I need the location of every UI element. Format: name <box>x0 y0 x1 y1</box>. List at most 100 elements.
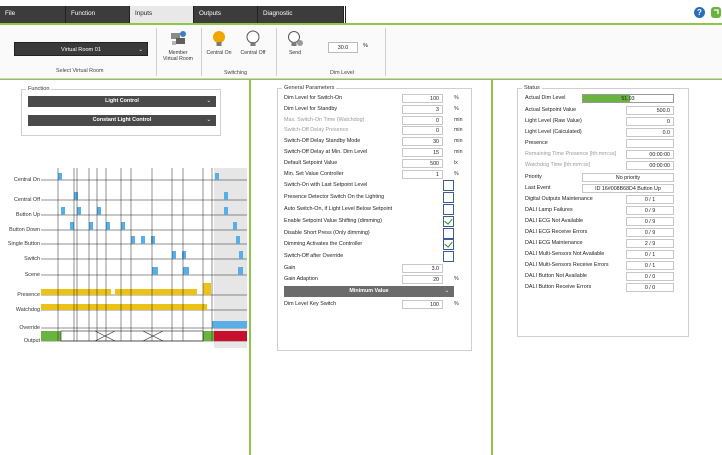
tab-file[interactable]: File <box>0 6 66 23</box>
central-on-button[interactable]: Central On <box>204 30 234 56</box>
diagnostic-row: DALI Multi-Sensors Receive Errors 0 / 1 <box>522 261 684 271</box>
checkbox-label: Presence Detector Switch On the Lighting <box>284 194 385 201</box>
param-row: Switch-Off Delay Standby Mode 30 min <box>282 137 467 147</box>
param-label: Max. Switch-On Time (Watchdog) <box>284 116 365 123</box>
dim-level-key-label: Dim Level Key Switch <box>284 301 337 307</box>
param-value-input[interactable]: 0 <box>402 126 443 136</box>
tab-strip: File Function Inputs Outputs Diagnostic <box>0 6 722 23</box>
status-row: Watchdog Time [hh:mm:ss] 00:00:00 <box>522 161 684 171</box>
help-icon[interactable]: ? <box>694 7 705 18</box>
control-mode-value: Constant Light Control <box>92 117 152 123</box>
param-unit: % <box>454 170 459 177</box>
actual-dim-row: Actual Dim Level 51.93 <box>522 94 684 104</box>
param-unit: % <box>454 95 459 101</box>
option-checkbox[interactable] <box>443 215 454 227</box>
diagnostic-label: DALI ECG Maintenance <box>525 240 583 246</box>
diagnostic-label: Digital Outputs Maintenance <box>525 196 593 202</box>
param-value-input[interactable]: 100 <box>402 94 443 103</box>
presence-block <box>203 283 211 295</box>
minimum-value-select[interactable]: Minimum Value ⌄ <box>284 286 454 297</box>
central-off-label: Central Off <box>240 50 266 56</box>
diagnostic-value: 0 / 9 <box>626 206 674 215</box>
ribbon-separator <box>276 28 277 76</box>
signal-pulse <box>121 222 125 230</box>
option-checkbox[interactable] <box>443 251 454 263</box>
central-off-button[interactable]: Central Off <box>236 30 270 56</box>
output-green-block <box>203 331 214 341</box>
virtual-room-select[interactable]: Virtual Room 01 ⌄ <box>14 42 148 56</box>
connection-status-icon[interactable] <box>710 6 722 19</box>
option-checkbox[interactable] <box>443 192 454 204</box>
option-checkbox[interactable] <box>443 239 454 251</box>
checkbox-label: Dimming Activates the Controller <box>284 241 363 248</box>
gain-adaption-row: Gain Adaption 20% <box>282 275 467 285</box>
signal-pulse <box>215 173 219 180</box>
checkbox-label: Enable Setpoint Value Shifting (dimming) <box>284 217 382 224</box>
status-value: 0.0 <box>626 128 674 137</box>
central-on-label: Central On <box>206 50 232 56</box>
ribbon-separator <box>201 28 202 76</box>
option-checkbox[interactable] <box>443 204 454 215</box>
checkbox-row: Switch-On with Last Setpoint Level <box>282 180 467 192</box>
option-checkbox[interactable] <box>443 227 454 239</box>
param-value-input[interactable]: 1 <box>402 169 443 179</box>
send-dim-level-button[interactable]: Send <box>283 30 307 56</box>
param-value-input[interactable]: 3 <box>402 104 443 114</box>
signal-pulse <box>183 267 189 275</box>
param-unit: min <box>454 149 463 155</box>
tab-function[interactable]: Function <box>66 6 130 23</box>
dim-level-unit: % <box>363 43 368 49</box>
checkbox-row: Auto Switch-On, if Light Level Below Set… <box>282 204 467 215</box>
function-legend: Function <box>28 86 50 92</box>
tab-inputs[interactable]: Inputs <box>130 6 194 23</box>
param-value-input[interactable]: 30 <box>402 137 443 147</box>
presence-block <box>115 289 197 295</box>
tab-outputs[interactable]: Outputs <box>194 6 258 23</box>
diagnostic-row: Digital Outputs Maintenance 0 / 1 <box>522 195 684 205</box>
dim-level-input[interactable]: 30.0 <box>328 42 358 53</box>
param-row: Default Setpoint Value 500 lx <box>282 158 467 169</box>
signal-pulse <box>131 236 135 244</box>
status-row: Actual Setpoint Value 500.0 <box>522 106 684 116</box>
minimum-value-text: Minimum Value <box>349 288 389 294</box>
param-label: Default Setpoint Value <box>284 159 338 166</box>
param-value-input[interactable]: 15 <box>402 148 443 157</box>
member-virtual-room-button[interactable]: Member Virtual Room <box>160 30 196 62</box>
gain-input[interactable]: 3.0 <box>402 264 443 273</box>
control-mode-select[interactable]: Constant Light Control ⌄ <box>28 115 216 126</box>
param-value-input[interactable]: 500 <box>402 158 443 168</box>
gain-adaption-input[interactable]: 20 <box>402 275 443 284</box>
dim-level-key-input[interactable]: 100 <box>402 300 443 309</box>
diagnostic-row: DALI Multi-Sensors Not Available 0 / 1 <box>522 250 684 260</box>
switching-group-label: Switching <box>224 70 248 76</box>
signal-pulse <box>212 321 247 328</box>
tab-diagnostic[interactable]: Diagnostic <box>258 6 344 23</box>
signal-pulse <box>141 236 145 244</box>
option-checkbox[interactable] <box>443 180 454 192</box>
gain-row: Gain 3.0 <box>282 264 467 274</box>
status-row: Light Level (Raw Value) 0 <box>522 117 684 127</box>
signal-pulse <box>239 251 243 259</box>
diagnostic-value: 0 / 0 <box>626 272 674 281</box>
param-row: Max. Switch-On Time (Watchdog) 0 min <box>282 115 467 126</box>
param-label: Switch-Off Delay Standby Mode <box>284 138 361 145</box>
function-type-select[interactable]: Light Control ⌄ <box>28 96 216 107</box>
checkbox-label: Switch-Off after Override <box>284 253 344 260</box>
diagnostic-row: DALI Button Receive Errors 0 / 0 <box>522 283 684 293</box>
signal-pulse <box>182 251 186 259</box>
gain-adaption-label: Gain Adaption <box>284 276 318 282</box>
status-row: Remaining Time Presence [hh:mm:ss] 00:00:… <box>522 150 684 160</box>
last-event-value: ID 16#008B68D4 Button Up <box>582 184 674 193</box>
signal-pulse <box>89 222 93 230</box>
bulb-off-icon <box>246 30 260 46</box>
bulb-on-icon <box>213 31 225 46</box>
actual-dim-bar: 51.93 <box>582 94 674 103</box>
checkbox-label: Auto Switch-On, if Light Level Below Set… <box>284 206 393 212</box>
panel-divider <box>491 80 493 455</box>
checkbox-label: Switch-On with Last Setpoint Level <box>284 182 368 189</box>
param-value-input[interactable]: 0 <box>402 115 443 125</box>
ribbon-separator <box>385 28 386 76</box>
diagnostic-label: DALI Lamp Failures <box>525 207 573 213</box>
diagnostic-value: 2 / 9 <box>626 239 674 248</box>
param-label: Min. Set Value Controller <box>284 170 344 177</box>
